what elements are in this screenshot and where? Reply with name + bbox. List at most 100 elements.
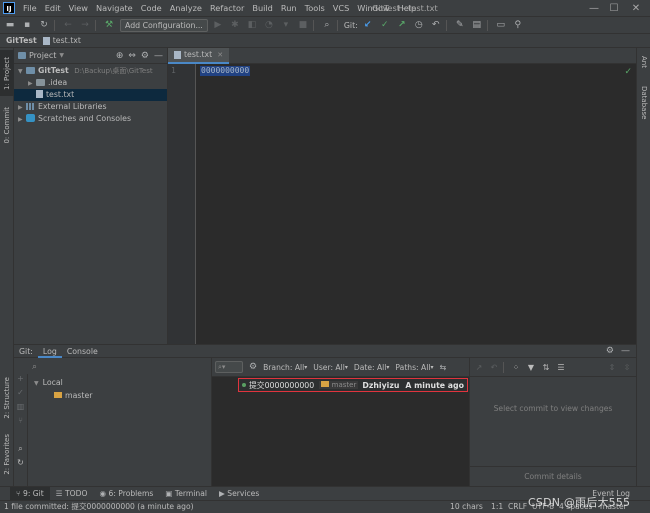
git-update-icon[interactable]: ↙ xyxy=(361,18,375,32)
stop-icon[interactable]: ■ xyxy=(296,18,310,32)
menu-build[interactable]: Build xyxy=(248,0,277,17)
tab-log[interactable]: Log xyxy=(37,345,62,358)
forward-icon[interactable]: → xyxy=(78,18,92,32)
tool-tab-services[interactable]: ▶ Services xyxy=(213,487,265,500)
group-icon[interactable]: ⁘ xyxy=(510,363,522,372)
profile-icon[interactable]: ◔ xyxy=(262,18,276,32)
inspection-ok-icon[interactable]: ✓ xyxy=(624,67,632,77)
tree-item-scratches[interactable]: ▶ Scratches and Consoles xyxy=(14,113,167,125)
gear-icon[interactable]: ⚙ xyxy=(249,362,257,372)
project-structure-icon[interactable]: ▤ xyxy=(470,18,484,32)
editor-area[interactable]: 0000000000 ✓ xyxy=(196,64,636,344)
cherry-pick-icon[interactable]: ⇆ xyxy=(439,363,446,372)
breadcrumb-project[interactable]: GitTest xyxy=(6,34,37,48)
project-view-selector[interactable]: Project xyxy=(29,51,56,60)
open-folder-icon[interactable]: ▬ xyxy=(3,18,17,32)
add-icon[interactable]: + xyxy=(14,374,27,388)
maximize-icon[interactable]: ☐ xyxy=(604,0,624,17)
filter-date[interactable]: Date: All xyxy=(354,363,387,372)
branch-item-master[interactable]: master xyxy=(54,391,93,400)
checkout-icon[interactable]: ✓ xyxy=(14,388,27,402)
build-hammer-icon[interactable]: ⚒ xyxy=(102,18,116,32)
menu-analyze[interactable]: Analyze xyxy=(166,0,206,17)
presentation-icon[interactable]: ▭ xyxy=(494,18,508,32)
run-icon[interactable]: ▶ xyxy=(211,18,225,32)
menu-vcs[interactable]: VCS xyxy=(329,0,354,17)
filter-icon[interactable]: ▼ xyxy=(525,363,537,372)
tool-tab-terminal[interactable]: ▣ Terminal xyxy=(159,487,213,500)
git-rollback-icon[interactable]: ↶ xyxy=(429,18,443,32)
save-icon[interactable]: ▪ xyxy=(20,18,34,32)
filter-paths[interactable]: Paths: All xyxy=(395,363,430,372)
collapse-all-icon[interactable]: ⇔ xyxy=(128,51,136,61)
git-history-icon[interactable]: ◷ xyxy=(412,18,426,32)
breadcrumb-file[interactable]: test.txt xyxy=(53,34,81,48)
tool-tab-problems[interactable]: ◉ 6: Problems xyxy=(93,487,159,500)
tab-structure[interactable]: 2: Structure xyxy=(0,372,14,424)
chevron-down-icon[interactable]: ▼ xyxy=(59,52,64,59)
chevron-right-icon[interactable]: ▶ xyxy=(18,114,26,126)
settings-wrench-icon[interactable]: ✎ xyxy=(453,18,467,32)
menu-code[interactable]: Code xyxy=(137,0,166,17)
git-commit-icon[interactable]: ✓ xyxy=(378,18,392,32)
locate-target-icon[interactable]: ⊕ xyxy=(116,51,124,61)
menu-file[interactable]: File xyxy=(19,0,41,17)
status-caret-position[interactable]: 1:1 xyxy=(491,501,503,513)
hide-panel-icon[interactable]: — xyxy=(154,51,163,61)
expand-all-icon[interactable]: ⇳ xyxy=(621,363,633,372)
chevron-down-icon[interactable]: ▾ xyxy=(386,364,389,371)
chevron-down-icon[interactable]: ▾ xyxy=(430,364,433,371)
more-run-icon[interactable]: ▾ xyxy=(279,18,293,32)
log-search-input[interactable]: ⌕▾ xyxy=(215,361,243,373)
add-configuration-button[interactable]: Add Configuration... xyxy=(120,18,208,32)
chevron-down-icon[interactable]: ▾ xyxy=(304,364,307,371)
minimize-icon[interactable]: — xyxy=(584,0,604,17)
merge-icon[interactable]: ⑂ xyxy=(14,416,27,430)
profile-search-icon[interactable]: ⚲ xyxy=(511,18,525,32)
filter-branch[interactable]: Branch: All xyxy=(263,363,304,372)
filter-user[interactable]: User: All xyxy=(313,363,345,372)
chevron-down-icon[interactable]: ▼ xyxy=(34,380,39,387)
commit-row[interactable]: 提交0000000000 master Dzhiyizu A minute ag… xyxy=(238,378,468,392)
status-line-separator[interactable]: CRLF xyxy=(508,501,527,513)
branch-group-local[interactable]: ▼ Local xyxy=(34,378,63,387)
editor-tab-test-txt[interactable]: test.txt ✕ xyxy=(168,47,230,64)
expand-icon[interactable]: ⇅ xyxy=(540,363,552,372)
revert-icon[interactable]: ↶ xyxy=(488,363,500,372)
tab-console[interactable]: Console xyxy=(62,345,103,358)
search-icon[interactable]: ⌕ xyxy=(14,444,27,458)
menu-refactor[interactable]: Refactor xyxy=(206,0,248,17)
back-icon[interactable]: ← xyxy=(61,18,75,32)
tab-favorites[interactable]: 2: Favorites xyxy=(0,428,14,480)
options-icon[interactable]: ☰ xyxy=(555,363,567,372)
tab-commit[interactable]: 0: Commit xyxy=(0,102,14,148)
gear-icon[interactable]: ⚙ xyxy=(141,51,149,61)
tree-root-gittest[interactable]: ▼ GitTest D:\Backup\桌面\GitTest xyxy=(14,65,167,77)
search-everywhere-icon[interactable]: ⌕ xyxy=(320,18,334,32)
pick-icon[interactable]: ↗ xyxy=(473,363,485,372)
tree-item-external-libraries[interactable]: ▶ External Libraries xyxy=(14,101,167,113)
collapse-icon[interactable]: ⇕ xyxy=(606,363,618,372)
gear-icon[interactable]: ⚙ xyxy=(606,346,614,356)
debug-icon[interactable]: ✱ xyxy=(228,18,242,32)
delete-icon[interactable]: ▥ xyxy=(14,402,27,416)
close-icon[interactable]: ✕ xyxy=(626,0,646,17)
refresh-icon[interactable]: ↻ xyxy=(14,458,27,472)
sync-icon[interactable]: ↻ xyxy=(37,18,51,32)
tab-project[interactable]: 1: Project xyxy=(0,50,14,96)
menu-run[interactable]: Run xyxy=(277,0,301,17)
tool-tab-todo[interactable]: ☰ TODO xyxy=(50,487,94,500)
menu-view[interactable]: View xyxy=(65,0,92,17)
close-tab-icon[interactable]: ✕ xyxy=(217,48,223,62)
tree-item-idea[interactable]: ▶ .idea xyxy=(14,77,167,89)
status-message[interactable]: 1 file committed: 提交0000000000 (a minute… xyxy=(4,501,194,513)
menu-tools[interactable]: Tools xyxy=(301,0,329,17)
coverage-icon[interactable]: ◧ xyxy=(245,18,259,32)
branch-search-icon[interactable]: ⌕ xyxy=(32,360,202,374)
tree-item-test-txt[interactable]: test.txt xyxy=(14,89,167,101)
git-push-icon[interactable]: ↗ xyxy=(395,18,409,32)
tab-ant[interactable]: Ant xyxy=(637,50,650,74)
chevron-down-icon[interactable]: ▾ xyxy=(345,364,348,371)
hide-panel-icon[interactable]: — xyxy=(621,346,630,356)
menu-navigate[interactable]: Navigate xyxy=(92,0,137,17)
